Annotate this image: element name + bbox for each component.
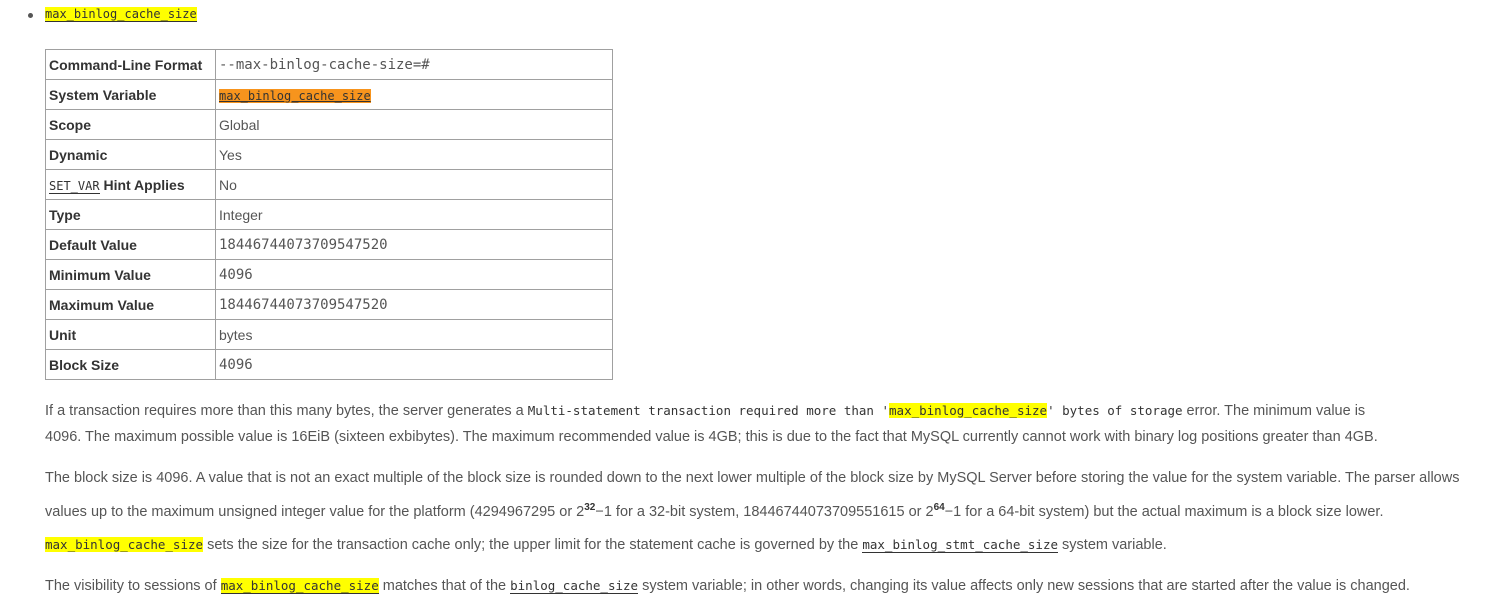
paragraph-text: system variable.	[1058, 537, 1167, 553]
paragraph-text: The block size is 4096. A value that is …	[45, 470, 1460, 486]
error-message-variable-code: max_binlog_cache_size	[889, 403, 1048, 418]
system-variable-link[interactable]: max_binlog_cache_size	[219, 88, 371, 103]
row-value: 18446744073709547520	[215, 289, 613, 320]
row-key: Block Size	[45, 349, 216, 380]
table-row: Dynamic Yes	[45, 139, 613, 170]
doc-page: max_binlog_cache_size Command-Line Forma…	[0, 0, 1512, 613]
paragraph-transaction-cache: max_binlog_cache_size sets the size for …	[45, 532, 1505, 558]
paragraph-text: sets the size for the transaction cache …	[203, 537, 863, 553]
variable-link[interactable]: max_binlog_cache_size	[220, 578, 379, 594]
variable-properties-table: Command-Line Format --max-binlog-cache-s…	[45, 49, 613, 380]
row-value: --max-binlog-cache-size=#	[215, 49, 613, 80]
row-value: Integer	[215, 199, 613, 230]
row-key: Scope	[45, 109, 216, 140]
table-row: Minimum Value 4096	[45, 259, 613, 290]
variable-code: max_binlog_cache_size	[45, 537, 204, 552]
paragraph-block-size: The block size is 4096. A value that is …	[45, 464, 1505, 527]
table-row: SET_VAR Hint Applies No	[45, 169, 613, 200]
set-var-link[interactable]: SET_VAR	[49, 178, 100, 194]
paragraph-text: −1 for a 64-bit system) but the actual m…	[944, 503, 1384, 520]
table-row: Scope Global	[45, 109, 613, 140]
row-value: Global	[215, 109, 613, 140]
table-row: System Variable max_binlog_cache_size	[45, 79, 613, 110]
binlog-cache-size-link[interactable]: binlog_cache_size	[510, 578, 639, 594]
row-value: No	[215, 169, 613, 200]
table-row: Unit bytes	[45, 319, 613, 350]
row-value: bytes	[215, 319, 613, 350]
table-row: Default Value 18446744073709547520	[45, 229, 613, 260]
variable-bullet-item: max_binlog_cache_size	[28, 7, 197, 22]
row-key: System Variable	[45, 79, 216, 110]
paragraph-text: error. The minimum value is	[1182, 403, 1366, 419]
row-value: Yes	[215, 139, 613, 170]
table-row: Command-Line Format --max-binlog-cache-s…	[45, 49, 613, 80]
exponent: 32	[584, 502, 596, 513]
variable-name-link[interactable]: max_binlog_cache_size	[45, 7, 197, 22]
row-key: Maximum Value	[45, 289, 216, 320]
bullet-icon	[28, 12, 33, 18]
row-key: Hint Applies	[99, 176, 185, 193]
paragraph-text: values up to the maximum unsigned intege…	[45, 503, 585, 520]
paragraph-text: −1 for a 32-bit system, 1844674407370955…	[595, 503, 934, 520]
table-row: Type Integer	[45, 199, 613, 230]
row-value: 4096	[215, 349, 613, 380]
error-message-code: Multi-statement transaction required mor…	[527, 403, 890, 418]
row-key-cell: SET_VAR Hint Applies	[45, 169, 216, 200]
error-message-code: ' bytes of storage	[1047, 403, 1183, 418]
row-key: Type	[45, 199, 216, 230]
paragraph-error-description: If a transaction requires more than this…	[45, 398, 1505, 450]
paragraph-text: system variable; in other words, changin…	[638, 578, 1410, 594]
paragraph-text: If a transaction requires more than this…	[45, 403, 528, 419]
table-row: Maximum Value 18446744073709547520	[45, 289, 613, 320]
row-value: 18446744073709547520	[215, 229, 613, 260]
paragraph-text: matches that of the	[378, 578, 511, 594]
row-value: 4096	[215, 259, 613, 290]
paragraph-text: 4096. The maximum possible value is 16Ei…	[45, 429, 1378, 445]
row-key: Unit	[45, 319, 216, 350]
paragraph-text: The visibility to sessions of	[45, 578, 221, 594]
row-key: Default Value	[45, 229, 216, 260]
row-key: Minimum Value	[45, 259, 216, 290]
paragraph-visibility: The visibility to sessions of max_binlog…	[45, 573, 1505, 599]
exponent: 64	[933, 502, 945, 513]
table-row: Block Size 4096	[45, 349, 613, 380]
stmt-cache-variable-link[interactable]: max_binlog_stmt_cache_size	[862, 537, 1059, 553]
row-value-cell: max_binlog_cache_size	[215, 79, 613, 110]
row-key: Command-Line Format	[45, 49, 216, 80]
row-key: Dynamic	[45, 139, 216, 170]
